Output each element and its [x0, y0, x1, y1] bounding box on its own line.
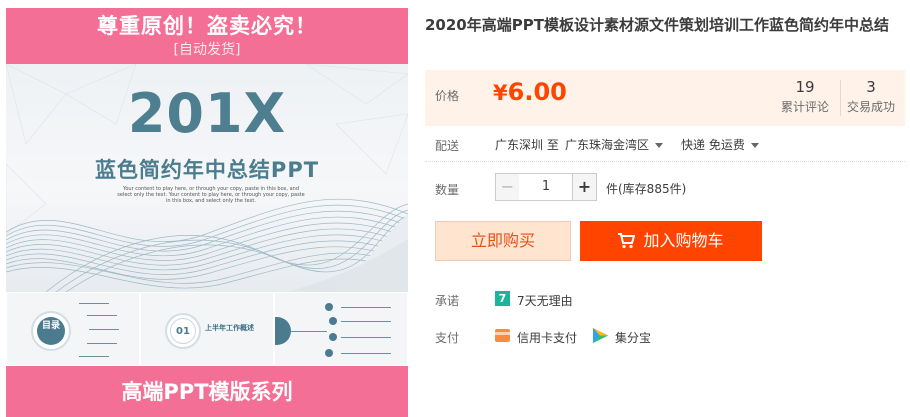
shipping-method-select[interactable]: 快递 免运费: [681, 136, 759, 153]
payment-credit-card[interactable]: 信用卡支付: [517, 329, 577, 346]
thumb-line: [341, 337, 391, 338]
chevron-down-icon: [655, 143, 664, 148]
thumb-line: [79, 356, 109, 357]
reviews-stat[interactable]: 19 累计评论: [777, 78, 833, 116]
payment-label: 支付: [435, 331, 460, 345]
thumbnail-3[interactable]: [274, 292, 408, 366]
payment-jifenbao[interactable]: 集分宝: [615, 329, 651, 346]
shipping-destination: 广东珠海金湾区: [565, 138, 650, 152]
thumb-line: [87, 343, 117, 344]
thumb-toc-circle: 目录: [37, 317, 65, 345]
thumb-line: [79, 303, 109, 304]
add-to-cart-label: 加入购物车: [643, 231, 724, 250]
currency-symbol: ¥: [493, 81, 508, 105]
thumb-number: 01: [170, 318, 196, 344]
bottom-banner: 高端PPT模版系列: [6, 366, 408, 417]
thumb-line: [291, 331, 327, 332]
banner-series: 高端PPT模版系列: [121, 380, 293, 404]
thumb-line: [89, 329, 119, 330]
cart-icon: [618, 233, 636, 249]
price-value: ¥6.00: [493, 78, 567, 106]
thumb-line: [341, 307, 391, 308]
thumb-dot: [329, 333, 337, 341]
credit-card-icon: [495, 329, 510, 342]
hero-description: Your content to play here, or through yo…: [117, 186, 305, 204]
add-to-cart-button[interactable]: 加入购物车: [580, 221, 762, 261]
thumb-circle: [275, 317, 291, 345]
shipping-label: 配送: [435, 139, 460, 153]
jifenbao-icon: [593, 328, 608, 343]
price-panel: 价格 ¥6.00 19 累计评论 3 交易成功: [425, 70, 905, 126]
reviews-label: 累计评论: [780, 100, 829, 114]
thumbnail-2[interactable]: 01 上半年工作概述: [140, 292, 274, 366]
buy-now-button[interactable]: 立即购买: [435, 221, 571, 261]
sales-label: 交易成功: [846, 100, 895, 114]
hero-subtitle: 蓝色简约年中总结PPT: [94, 158, 320, 182]
stock-info: 件(库存885件): [606, 182, 687, 196]
seven-day-icon: 7: [495, 291, 510, 306]
promise-text[interactable]: 7天无理由: [517, 292, 573, 309]
quantity-increase-button[interactable]: +: [572, 173, 597, 201]
stat-divider: [840, 80, 841, 116]
quantity-input[interactable]: 1: [519, 173, 573, 201]
hero-title: 201X: [127, 82, 287, 145]
top-banner: 尊重原创！盗卖必究！ [自动发货]: [6, 8, 408, 64]
quantity-label: 数量: [435, 183, 460, 197]
thumb-line: [341, 353, 391, 354]
banner-auto-delivery: [自动发货]: [173, 42, 241, 58]
thumb-line: [87, 315, 117, 316]
sales-stat[interactable]: 3 交易成功: [843, 78, 899, 116]
price-number: 6.00: [507, 78, 567, 106]
thumb-dot: [325, 349, 333, 357]
hero-slide: 201X 蓝色简约年中总结PPT Your content to play he…: [6, 64, 408, 292]
shipping-destination-select[interactable]: 广东珠海金湾区: [565, 136, 664, 153]
divider: [425, 161, 905, 162]
thumb-dot: [325, 303, 333, 311]
product-title: 2020年高端PPT模板设计素材源文件策划培训工作蓝色简约年中总结: [425, 16, 889, 34]
thumbnail-1[interactable]: 目录: [6, 292, 140, 366]
price-label: 价格: [435, 89, 460, 103]
sales-count: 3: [866, 78, 876, 96]
promise-label: 承诺: [435, 294, 460, 308]
banner-warning: 尊重原创！盗卖必究！: [97, 14, 317, 38]
shipping-origin: 广东深圳 至: [495, 138, 559, 152]
thumb-dot: [329, 317, 337, 325]
thumb-label: 上半年工作概述: [205, 324, 254, 332]
quantity-decrease-button[interactable]: −: [495, 173, 520, 201]
shipping-method: 快递 免运费: [681, 138, 745, 152]
reviews-count: 19: [795, 78, 815, 96]
thumbnail-strip: 目录 01 上半年工作概述: [6, 292, 408, 366]
thumb-line: [341, 321, 391, 322]
product-image[interactable]: 尊重原创！盗卖必究！ [自动发货] 201X 蓝色简约年中总结PPT Your …: [6, 8, 408, 417]
chevron-down-icon: [750, 143, 759, 148]
